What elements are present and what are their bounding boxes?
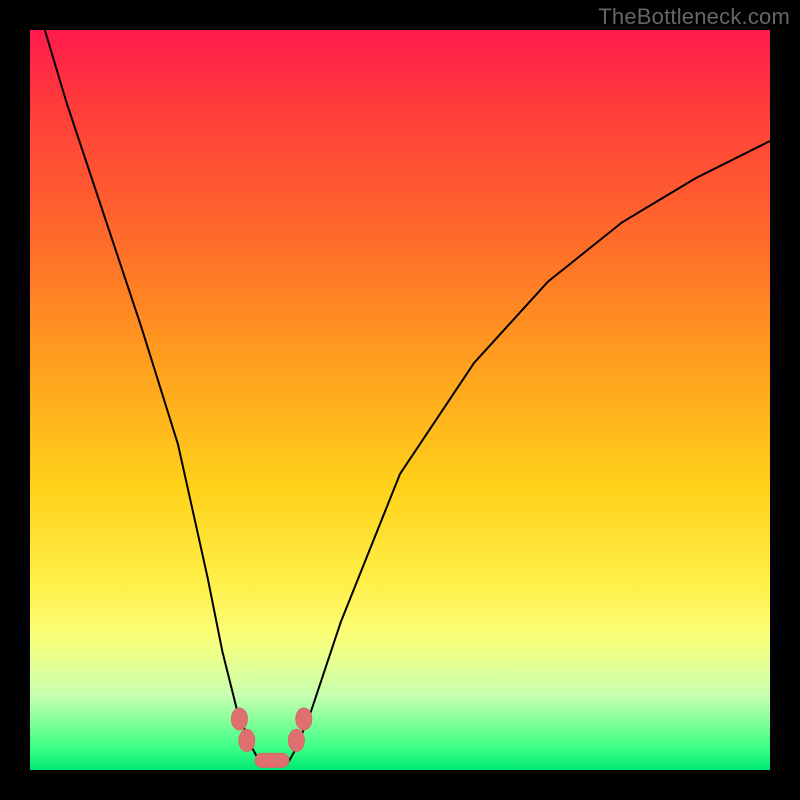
chart-plot-area	[30, 30, 770, 770]
watermark-text: TheBottleneck.com	[598, 4, 790, 30]
chart-svg	[30, 30, 770, 770]
right-upper-dot-marker	[296, 708, 312, 730]
right-lower-dot-marker	[288, 729, 304, 751]
left-lower-dot-marker	[239, 729, 255, 751]
bottleneck-curve	[45, 30, 770, 764]
trough-bar	[255, 753, 289, 767]
left-upper-dot-marker	[231, 708, 247, 730]
chart-frame: TheBottleneck.com	[0, 0, 800, 800]
